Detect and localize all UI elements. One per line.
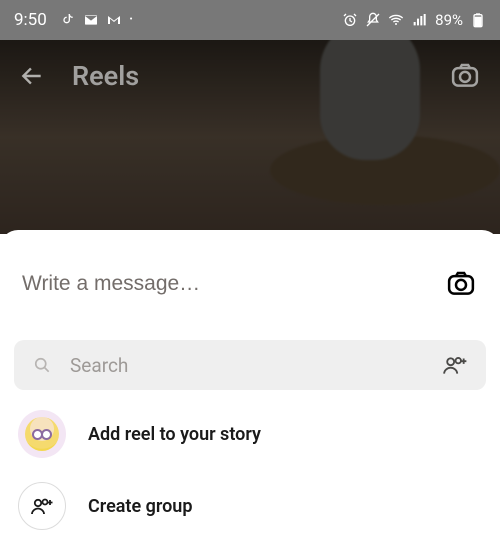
- camera-button-top[interactable]: [450, 60, 482, 92]
- create-group-shortcut[interactable]: [442, 352, 468, 378]
- status-left-cluster: 9:50 ·: [14, 10, 133, 30]
- camera-icon: [446, 268, 476, 298]
- status-right-cluster: 89%: [341, 11, 486, 29]
- tiktok-icon: [60, 12, 77, 29]
- back-button[interactable]: [18, 62, 46, 90]
- mail-icon: [83, 12, 100, 29]
- user-avatar: [18, 410, 66, 458]
- reels-header: Reels: [0, 60, 500, 92]
- wifi-icon: [387, 12, 404, 29]
- message-row: [0, 240, 500, 326]
- add-reel-label: Add reel to your story: [88, 424, 261, 445]
- search-bar[interactable]: Search: [14, 340, 486, 390]
- arrow-left-icon: [19, 63, 45, 89]
- signal-icon: [410, 12, 427, 29]
- battery-icon: [469, 12, 486, 29]
- status-bar: 9:50 · 89%: [0, 0, 500, 40]
- camera-button-message[interactable]: [446, 268, 478, 300]
- group-add-icon: [442, 352, 468, 378]
- share-bottom-sheet: Search Add reel to your story Create gro…: [0, 230, 500, 539]
- search-icon: [32, 355, 52, 375]
- create-group-label: Create group: [88, 496, 192, 517]
- alarm-icon: [341, 12, 358, 29]
- gmail-icon: [106, 12, 123, 29]
- reels-title: Reels: [72, 60, 139, 92]
- status-time: 9:50: [14, 10, 47, 30]
- battery-percent: 89%: [435, 11, 463, 29]
- camera-icon: [450, 60, 480, 90]
- search-placeholder: Search: [70, 354, 442, 377]
- create-group-item[interactable]: Create group: [0, 470, 500, 542]
- add-reel-to-story-item[interactable]: Add reel to your story: [0, 398, 500, 470]
- message-input[interactable]: [22, 272, 446, 296]
- mute-icon: [364, 12, 381, 29]
- status-notification-icons: ·: [60, 12, 134, 29]
- reels-background: Reels: [0, 40, 500, 234]
- create-group-circle: [18, 482, 66, 530]
- group-add-icon: [30, 494, 54, 518]
